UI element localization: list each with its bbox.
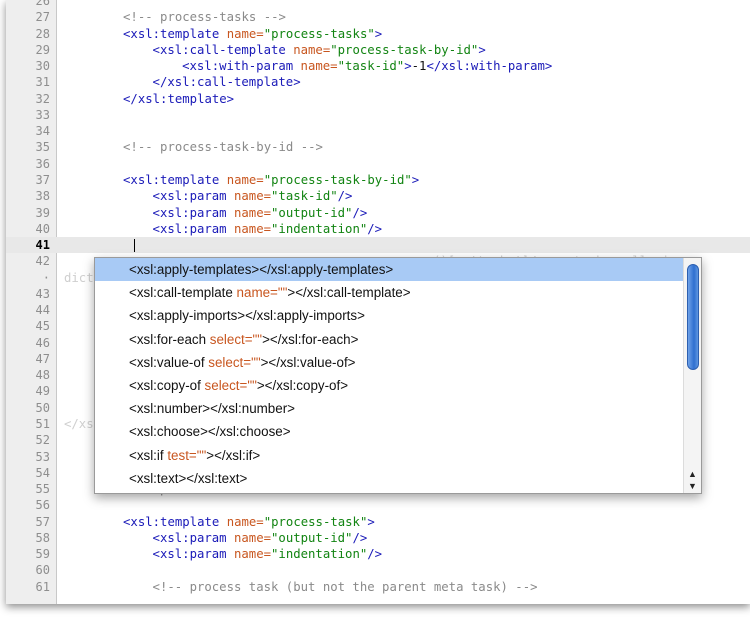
autocomplete-scrollbar[interactable]: ▲ ▲ ▼ xyxy=(683,258,701,493)
code-line[interactable]: 26 xyxy=(6,0,750,9)
code-line[interactable]: 61 <!-- process task (but not the parent … xyxy=(6,579,750,595)
code-text: <xsl:template name="process-task-by-id"> xyxy=(123,172,420,187)
line-number: 55 xyxy=(35,482,50,497)
line-number: 56 xyxy=(35,498,50,513)
line-number: 57 xyxy=(35,514,50,529)
line-number: 49 xyxy=(35,384,50,399)
line-number: 30 xyxy=(35,59,50,74)
code-line[interactable]: 60 xyxy=(6,562,750,578)
line-number: 45 xyxy=(35,319,50,334)
autocomplete-item[interactable]: <xsl:choose></xsl:choose> xyxy=(95,420,683,443)
code-line[interactable]: 56 xyxy=(6,497,750,513)
code-line[interactable]: 35 <!-- process-task-by-id --> xyxy=(6,139,750,155)
line-number: 54 xyxy=(35,465,50,480)
line-number: 34 xyxy=(35,124,50,139)
code-line[interactable]: 38 <xsl:param name="task-id"/> xyxy=(6,188,750,204)
line-number: 48 xyxy=(35,368,50,383)
code-line[interactable]: 58 <xsl:param name="output-id"/> xyxy=(6,530,750,546)
code-line[interactable]: 33 xyxy=(6,107,750,123)
line-number: 46 xyxy=(35,335,50,350)
code-line[interactable]: 57 <xsl:template name="process-task"> xyxy=(6,514,750,530)
scroll-thumb[interactable] xyxy=(687,264,699,370)
code-text: <xsl:template name="process-tasks"> xyxy=(123,26,383,41)
line-number: 53 xyxy=(35,449,50,464)
code-text: <xsl:param name="output-id"/> xyxy=(152,205,368,220)
line-number: 26 xyxy=(35,0,50,8)
code-text: <!-- process task (but not the parent me… xyxy=(152,579,538,594)
line-number: 43 xyxy=(35,286,50,301)
autocomplete-item[interactable]: <xsl:number></xsl:number> xyxy=(95,397,683,420)
obscured-code-fragment: dict xyxy=(64,270,94,285)
autocomplete-item[interactable]: <xsl:if test=""></xsl:if> xyxy=(95,444,683,467)
code-line[interactable]: 34 xyxy=(6,123,750,139)
code-line[interactable]: 27 <!-- process-tasks --> xyxy=(6,9,750,25)
code-line[interactable]: 37 <xsl:template name="process-task-by-id… xyxy=(6,172,750,188)
code-line[interactable]: 36 xyxy=(6,156,750,172)
autocomplete-item[interactable]: <xsl:value-of select=""></xsl:value-of> xyxy=(95,351,683,374)
line-number: 50 xyxy=(35,400,50,415)
line-number: 39 xyxy=(35,205,50,220)
code-text: <!-- process-task-by-id --> xyxy=(123,140,323,155)
code-line[interactable]: 39 <xsl:param name="output-id"/> xyxy=(6,205,750,221)
autocomplete-item[interactable]: <xsl:copy-of select=""></xsl:copy-of> xyxy=(95,374,683,397)
editor-window: 26 27 <!-- process-tasks --> 28 <xsl:templat… xyxy=(6,0,750,604)
line-number: 35 xyxy=(35,140,50,155)
code-line[interactable]: 40 <xsl:param name="indentation"/> xyxy=(6,221,750,237)
line-number: 27 xyxy=(35,10,50,25)
line-number: 32 xyxy=(35,91,50,106)
code-text: </xsl:template> xyxy=(123,91,235,106)
code-line[interactable]: 32 </xsl:template> xyxy=(6,91,750,107)
autocomplete-item-selected[interactable]: <xsl:apply-templates></xsl:apply-templat… xyxy=(95,258,683,281)
current-line[interactable]: 41 xyxy=(6,237,750,254)
line-number: 38 xyxy=(35,189,50,204)
line-number: 33 xyxy=(35,107,50,122)
line-number: 29 xyxy=(35,42,50,57)
line-number: 31 xyxy=(35,75,50,90)
line-number: 42 xyxy=(35,254,50,269)
line-number: 41 xyxy=(35,238,50,253)
line-number: 58 xyxy=(35,530,50,545)
code-text: <xsl:param name="indentation"/> xyxy=(152,547,383,562)
code-text: <xsl:call-template name="process-task-by… xyxy=(152,42,486,57)
autocomplete-popup[interactable]: <xsl:apply-templates></xsl:apply-templat… xyxy=(94,257,702,494)
code-line[interactable]: 28 <xsl:template name="process-tasks"> xyxy=(6,26,750,42)
text-cursor xyxy=(134,239,135,253)
scroll-down-arrow-icon[interactable]: ▼ xyxy=(684,479,701,493)
line-number: · xyxy=(42,270,50,285)
code-line[interactable]: 31 </xsl:call-template> xyxy=(6,74,750,90)
line-number: 60 xyxy=(35,563,50,578)
line-number: 37 xyxy=(35,172,50,187)
autocomplete-item[interactable]: <xsl:for-each select=""></xsl:for-each> xyxy=(95,328,683,351)
line-number: 61 xyxy=(35,579,50,594)
code-line[interactable]: 59 <xsl:param name="indentation"/> xyxy=(6,546,750,562)
code-text: <xsl:param name="task-id"/> xyxy=(152,189,353,204)
code-text: <xsl:param name="indentation"/> xyxy=(152,221,383,236)
code-text: <!-- process-tasks --> xyxy=(123,10,286,25)
line-number: 44 xyxy=(35,303,50,318)
line-number: 40 xyxy=(35,221,50,236)
code-text: <xsl:param name="output-id"/> xyxy=(152,530,368,545)
autocomplete-item[interactable]: <xsl:text></xsl:text> xyxy=(95,467,683,490)
code-text: <xsl:template name="process-task"> xyxy=(123,514,375,529)
line-number: 51 xyxy=(35,417,50,432)
autocomplete-item[interactable]: <xsl:apply-imports></xsl:apply-imports> xyxy=(95,304,683,327)
line-number: 47 xyxy=(35,351,50,366)
line-number: 52 xyxy=(35,433,50,448)
autocomplete-item[interactable]: <xsl:call-template name=""></xsl:call-te… xyxy=(95,281,683,304)
code-line[interactable]: 30 <xsl:with-param name="task-id">-1</xsl… xyxy=(6,58,750,74)
line-number: 28 xyxy=(35,26,50,41)
line-number: 36 xyxy=(35,156,50,171)
code-line[interactable]: 29 <xsl:call-template name="process-task-… xyxy=(6,42,750,58)
code-text: <xsl:with-param name="task-id">-1</xsl:w… xyxy=(182,59,553,74)
line-number: 59 xyxy=(35,547,50,562)
code-text: </xsl:call-template> xyxy=(152,75,301,90)
